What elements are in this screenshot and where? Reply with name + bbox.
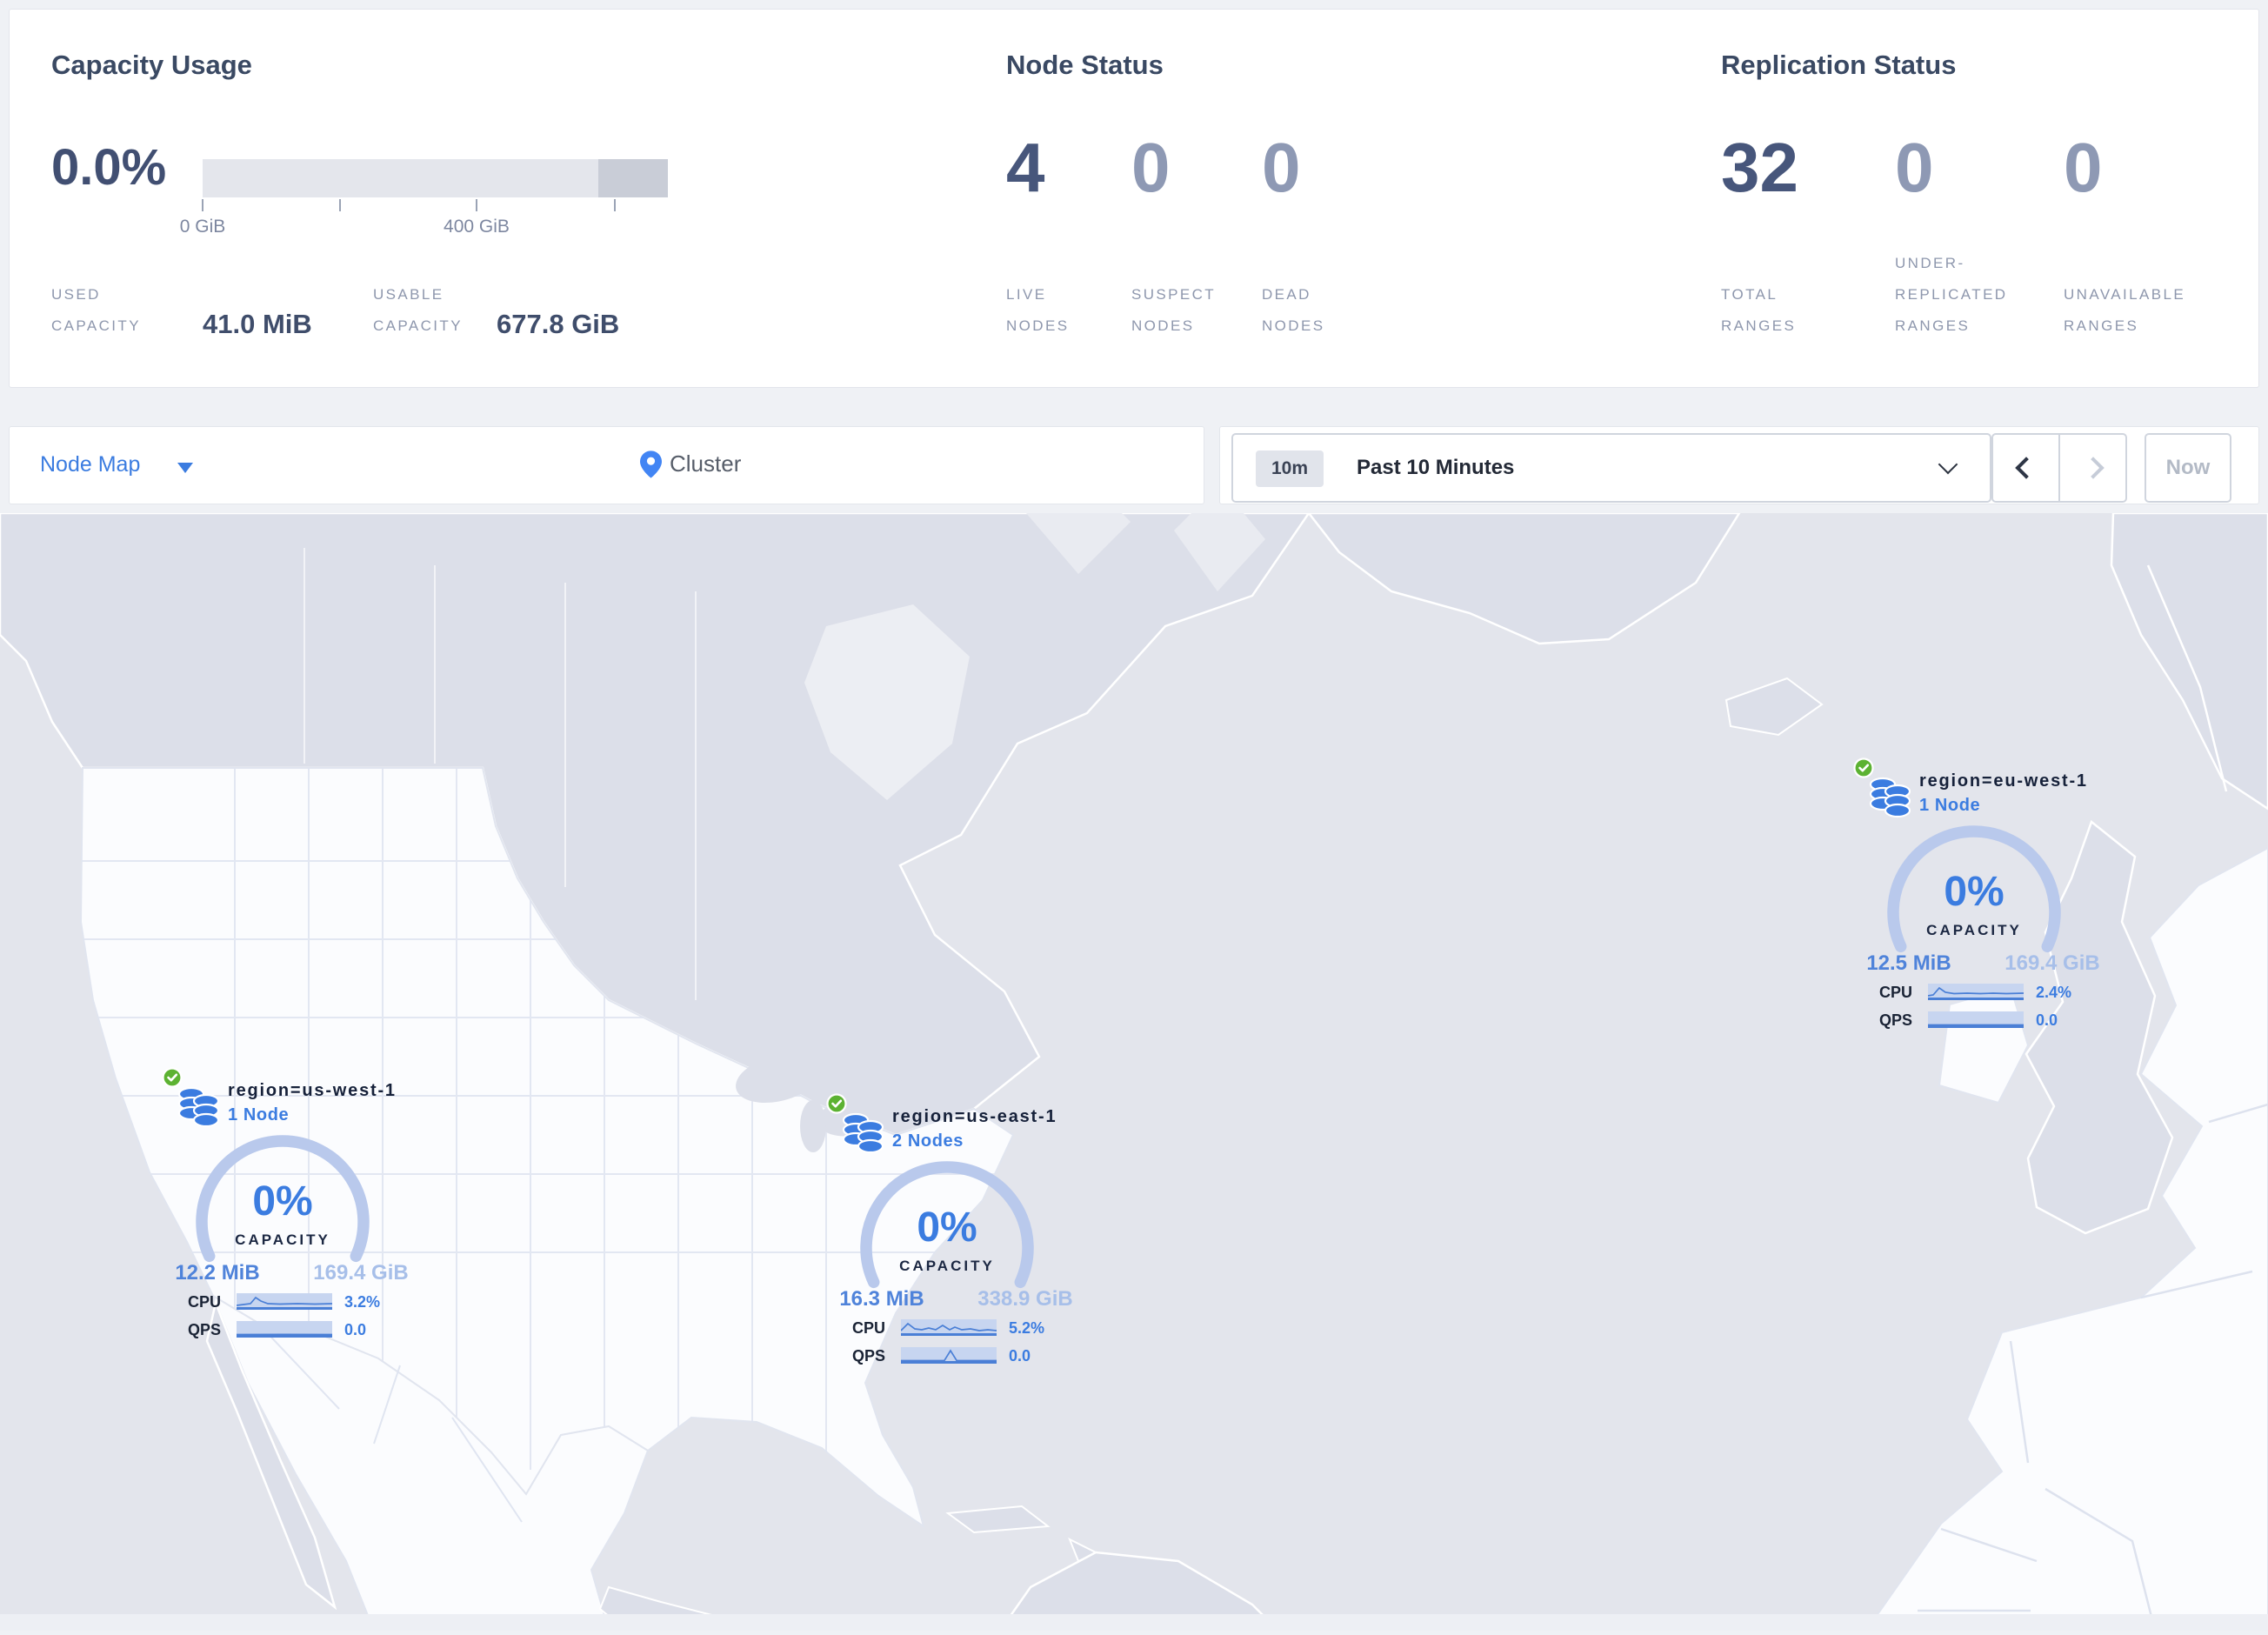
live-nodes-count: 4 bbox=[1006, 129, 1045, 206]
database-nodes-icon bbox=[177, 1085, 221, 1133]
capacity-label: CAPACITY bbox=[235, 1231, 330, 1248]
qps-value: 0.0 bbox=[344, 1321, 367, 1338]
cluster-summary-card: Capacity Usage 0.0% 0 GiB 400 GiB USED C… bbox=[9, 9, 2259, 388]
cpu-value: 5.2% bbox=[1009, 1319, 1045, 1337]
cpu-label: CPU bbox=[187, 1293, 221, 1311]
region-name: region=us-east-1 bbox=[892, 1107, 1057, 1126]
locality-marker-us-east-1[interactable]: region=us-east-1 2 Nodes 0% CAPACITY 16.… bbox=[795, 1078, 1108, 1381]
axis-tick bbox=[476, 199, 477, 211]
live-nodes-label: LIVE NODES bbox=[1006, 286, 1070, 334]
region-node-count: 1 Node bbox=[228, 1105, 290, 1124]
under-replicated-ranges-label: UNDER- REPLICATED RANGES bbox=[1895, 255, 2008, 334]
suspect-nodes-label: SUSPECT NODES bbox=[1131, 286, 1217, 334]
chevron-down-icon bbox=[1938, 454, 1958, 475]
now-button[interactable]: Now bbox=[2145, 433, 2231, 503]
qps-value: 0.0 bbox=[2036, 1011, 2058, 1029]
capacity-usage-percent: 0.0% bbox=[51, 139, 167, 196]
capacity-bar-other-segment bbox=[597, 159, 668, 197]
qps-sparkline bbox=[901, 1347, 997, 1364]
capacity-usable-value: 338.9 GiB bbox=[977, 1287, 1073, 1311]
region-name: region=us-west-1 bbox=[228, 1081, 397, 1100]
location-pin-icon bbox=[640, 450, 662, 483]
locality-marker-us-west-1[interactable]: region=us-west-1 1 Node 0% CAPACITY 12.2… bbox=[130, 1052, 444, 1355]
total-ranges-label: TOTAL RANGES bbox=[1721, 286, 1797, 334]
node-status-title: Node Status bbox=[1006, 50, 1164, 80]
region-name: region=eu-west-1 bbox=[1919, 771, 2088, 791]
capacity-used-value: 12.2 MiB bbox=[175, 1261, 260, 1285]
used-capacity-value: 41.0 MiB bbox=[203, 309, 312, 339]
region-node-count: 1 Node bbox=[1919, 796, 1981, 815]
database-nodes-icon bbox=[842, 1111, 885, 1159]
time-range-dropdown[interactable]: 10m Past 10 Minutes bbox=[1231, 433, 1991, 503]
cpu-sparkline bbox=[237, 1293, 332, 1310]
capacity-percent: 0% bbox=[252, 1178, 313, 1225]
axis-tick bbox=[614, 199, 616, 211]
capacity-usable-value: 169.4 GiB bbox=[313, 1261, 409, 1285]
chevron-left-icon bbox=[2014, 457, 2038, 479]
capacity-usage-title: Capacity Usage bbox=[51, 50, 252, 80]
locality-marker-eu-west-1[interactable]: region=eu-west-1 1 Node 0% CAPACITY 12.5… bbox=[1822, 743, 2135, 1045]
capacity-label: CAPACITY bbox=[899, 1258, 995, 1274]
capacity-usage-bar bbox=[203, 159, 668, 197]
dead-nodes-count: 0 bbox=[1262, 129, 1301, 206]
chevron-right-icon bbox=[2081, 457, 2105, 479]
replication-status-title: Replication Status bbox=[1721, 50, 1957, 80]
cpu-value: 3.2% bbox=[344, 1293, 381, 1311]
region-node-count: 2 Nodes bbox=[892, 1131, 964, 1151]
dead-nodes-label: DEAD NODES bbox=[1262, 286, 1325, 334]
capacity-label: CAPACITY bbox=[1926, 922, 2022, 938]
unavailable-ranges-count: 0 bbox=[2064, 129, 2103, 206]
database-nodes-icon bbox=[1869, 776, 1912, 824]
qps-label: QPS bbox=[1878, 1011, 1912, 1029]
time-range-pager bbox=[1991, 433, 2127, 503]
next-interval-button[interactable] bbox=[2058, 435, 2125, 501]
cpu-label: CPU bbox=[1878, 984, 1912, 1001]
cpu-label: CPU bbox=[851, 1319, 885, 1337]
total-ranges-count: 32 bbox=[1721, 129, 1798, 206]
cpu-sparkline bbox=[1928, 984, 2024, 1000]
capacity-percent: 0% bbox=[917, 1205, 977, 1251]
qps-label: QPS bbox=[851, 1347, 885, 1365]
capacity-used-value: 16.3 MiB bbox=[839, 1287, 924, 1311]
axis-tick-label: 400 GiB bbox=[444, 217, 510, 237]
unavailable-ranges-label: UNAVAILABLE RANGES bbox=[2064, 286, 2186, 334]
qps-sparkline bbox=[237, 1321, 332, 1338]
qps-label: QPS bbox=[187, 1321, 221, 1338]
axis-tick bbox=[202, 199, 203, 211]
usable-capacity-value: 677.8 GiB bbox=[497, 309, 620, 339]
qps-sparkline bbox=[1928, 1011, 2024, 1028]
capacity-percent: 0% bbox=[1944, 869, 2005, 915]
suspect-nodes-count: 0 bbox=[1131, 129, 1171, 206]
time-range-badge: 10m bbox=[1256, 450, 1324, 487]
time-range-label: Past 10 Minutes bbox=[1357, 456, 1515, 479]
capacity-used-value: 12.5 MiB bbox=[1866, 951, 1951, 975]
cpu-sparkline bbox=[901, 1319, 997, 1336]
previous-interval-button[interactable] bbox=[1993, 435, 2058, 501]
used-capacity-label: USED CAPACITY bbox=[51, 286, 141, 334]
qps-value: 0.0 bbox=[1009, 1347, 1031, 1365]
usable-capacity-label: USABLE CAPACITY bbox=[373, 286, 463, 334]
capacity-usable-value: 169.4 GiB bbox=[2005, 951, 2100, 975]
axis-tick bbox=[339, 199, 341, 211]
chevron-down-icon bbox=[177, 463, 193, 473]
axis-tick-label: 0 GiB bbox=[179, 217, 226, 237]
cpu-value: 2.4% bbox=[2036, 984, 2072, 1001]
breadcrumb-cluster[interactable]: Cluster bbox=[670, 450, 741, 477]
under-replicated-ranges-count: 0 bbox=[1895, 129, 1934, 206]
view-selector-node-map[interactable]: Node Map bbox=[40, 452, 140, 477]
